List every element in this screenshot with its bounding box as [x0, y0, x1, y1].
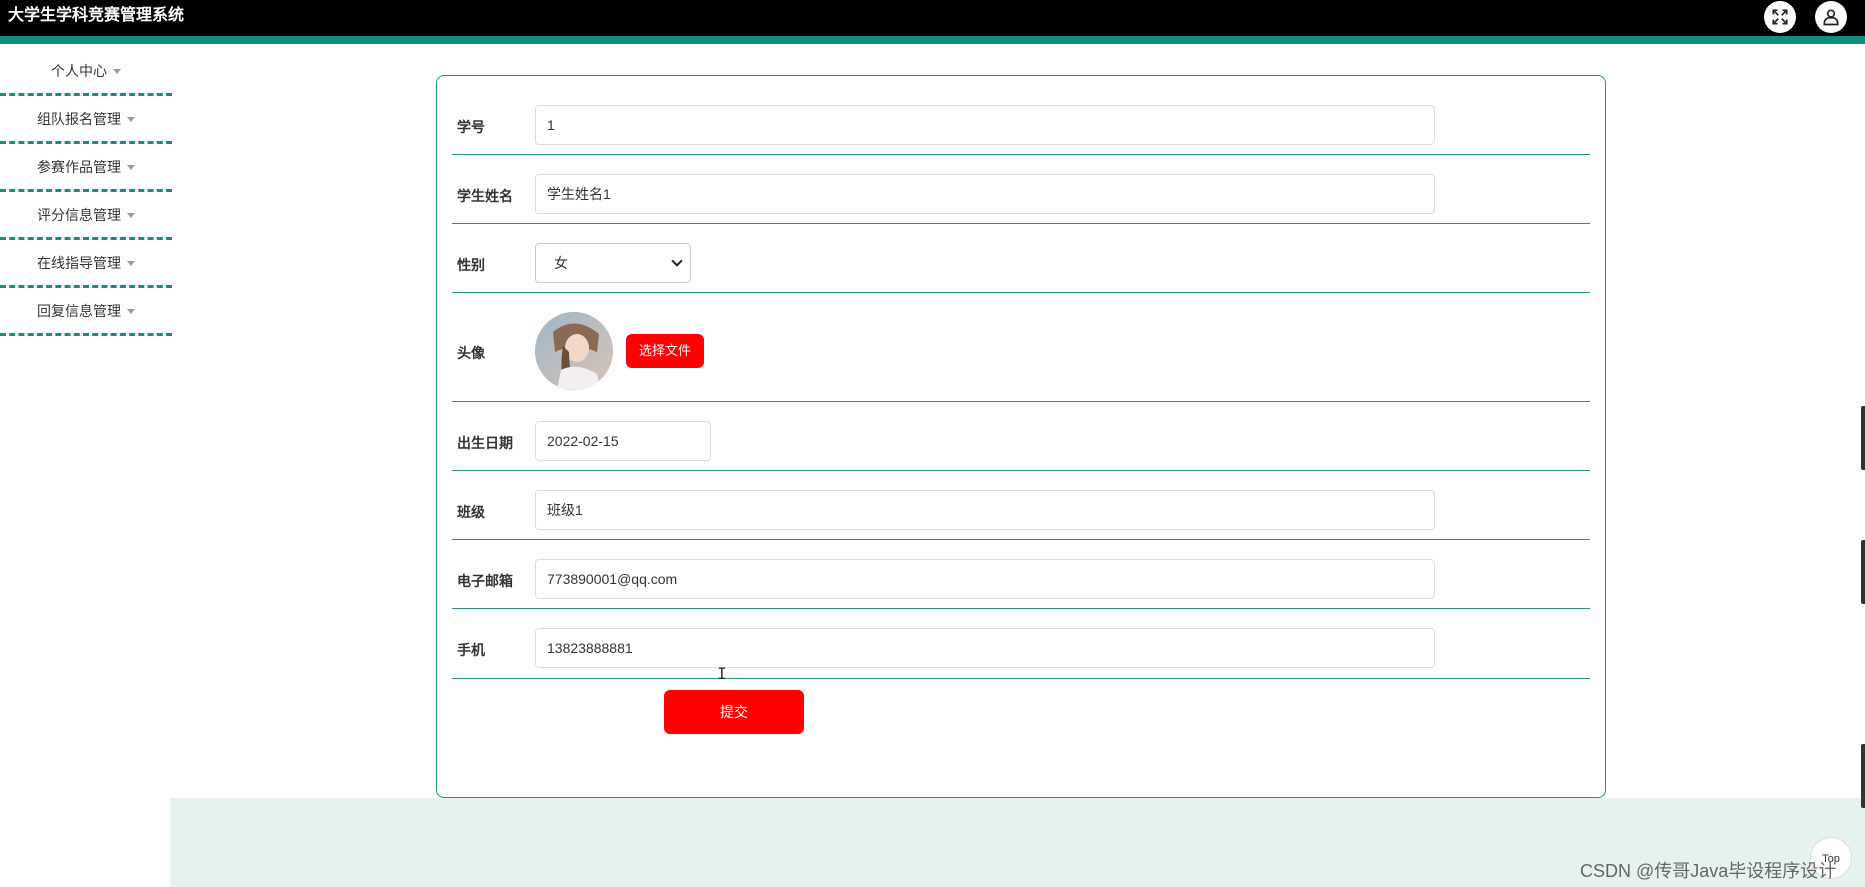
- form-row-student-id: 学号 1: [452, 76, 1590, 155]
- form-row-student-name: 学生姓名 学生姓名1: [452, 155, 1590, 224]
- expand-icon[interactable]: [1764, 1, 1796, 33]
- sidebar-item-personal-center[interactable]: 个人中心: [0, 48, 172, 96]
- edge-tab[interactable]: [1861, 744, 1865, 808]
- field-label: 性别: [457, 257, 485, 273]
- form-row-gender: 性别 女: [452, 224, 1590, 293]
- field-label: 学生姓名: [457, 188, 513, 204]
- edge-tab[interactable]: [1861, 540, 1865, 604]
- field-label: 学号: [457, 119, 485, 135]
- choose-file-button[interactable]: 选择文件: [626, 334, 704, 368]
- form-row-email: 电子邮箱 773890001@qq.com: [452, 540, 1590, 609]
- sidebar-item-team-registration[interactable]: 组队报名管理: [0, 96, 172, 144]
- field-label: 电子邮箱: [457, 573, 513, 589]
- top-accent-bar: [0, 36, 1865, 44]
- student-name-input[interactable]: 学生姓名1: [535, 174, 1435, 214]
- edge-tab[interactable]: [1861, 406, 1865, 470]
- caret-down-icon: [127, 165, 135, 170]
- form-row-avatar: 头像 选择文件: [452, 293, 1590, 402]
- text-cursor-icon: I: [717, 664, 727, 683]
- sidebar-item-label: 个人中心: [51, 62, 107, 79]
- student-id-input[interactable]: 1: [535, 105, 1435, 145]
- class-input[interactable]: 班级1: [535, 490, 1435, 530]
- birth-date-input[interactable]: 2022-02-15: [535, 421, 711, 461]
- sidebar: 个人中心 组队报名管理 参赛作品管理 评分信息管理 在线指导管理 回复信息管理: [0, 48, 172, 336]
- sidebar-item-replies[interactable]: 回复信息管理: [0, 288, 172, 336]
- field-label: 班级: [457, 504, 485, 520]
- sidebar-item-label: 组队报名管理: [37, 110, 121, 127]
- gender-select[interactable]: 女: [535, 243, 691, 283]
- caret-down-icon: [127, 213, 135, 218]
- sidebar-item-label: 参赛作品管理: [37, 158, 121, 175]
- sidebar-item-label: 在线指导管理: [37, 254, 121, 271]
- form-row-phone: 手机 13823888881: [452, 609, 1590, 679]
- caret-down-icon: [127, 261, 135, 266]
- sidebar-item-label: 回复信息管理: [37, 302, 121, 319]
- avatar-image: [535, 312, 613, 390]
- caret-down-icon: [127, 309, 135, 314]
- profile-form: 学号 1 学生姓名 学生姓名1 性别 女 头像 选择文件 出生日期 2022-0…: [436, 75, 1606, 798]
- watermark: CSDN @传哥Java毕设程序设计: [1580, 861, 1837, 881]
- submit-button[interactable]: 提交: [664, 690, 804, 734]
- caret-down-icon: [113, 69, 121, 74]
- chevron-down-icon: [671, 255, 683, 267]
- form-row-birth-date: 出生日期 2022-02-15: [452, 402, 1590, 471]
- field-label: 头像: [457, 345, 485, 361]
- field-label: 手机: [457, 642, 485, 658]
- user-icon[interactable]: [1815, 1, 1847, 33]
- app-title: 大学生学科竞赛管理系统: [8, 7, 185, 24]
- phone-input[interactable]: 13823888881: [535, 628, 1435, 668]
- email-input[interactable]: 773890001@qq.com: [535, 559, 1435, 599]
- form-row-class: 班级 班级1: [452, 471, 1590, 540]
- gender-selected-value: 女: [554, 255, 568, 271]
- top-bar: 大学生学科竞赛管理系统: [0, 0, 1865, 36]
- sidebar-item-entries[interactable]: 参赛作品管理: [0, 144, 172, 192]
- sidebar-item-label: 评分信息管理: [37, 206, 121, 223]
- sidebar-item-scoring[interactable]: 评分信息管理: [0, 192, 172, 240]
- sidebar-item-online-guidance[interactable]: 在线指导管理: [0, 240, 172, 288]
- caret-down-icon: [127, 117, 135, 122]
- field-label: 出生日期: [457, 435, 513, 451]
